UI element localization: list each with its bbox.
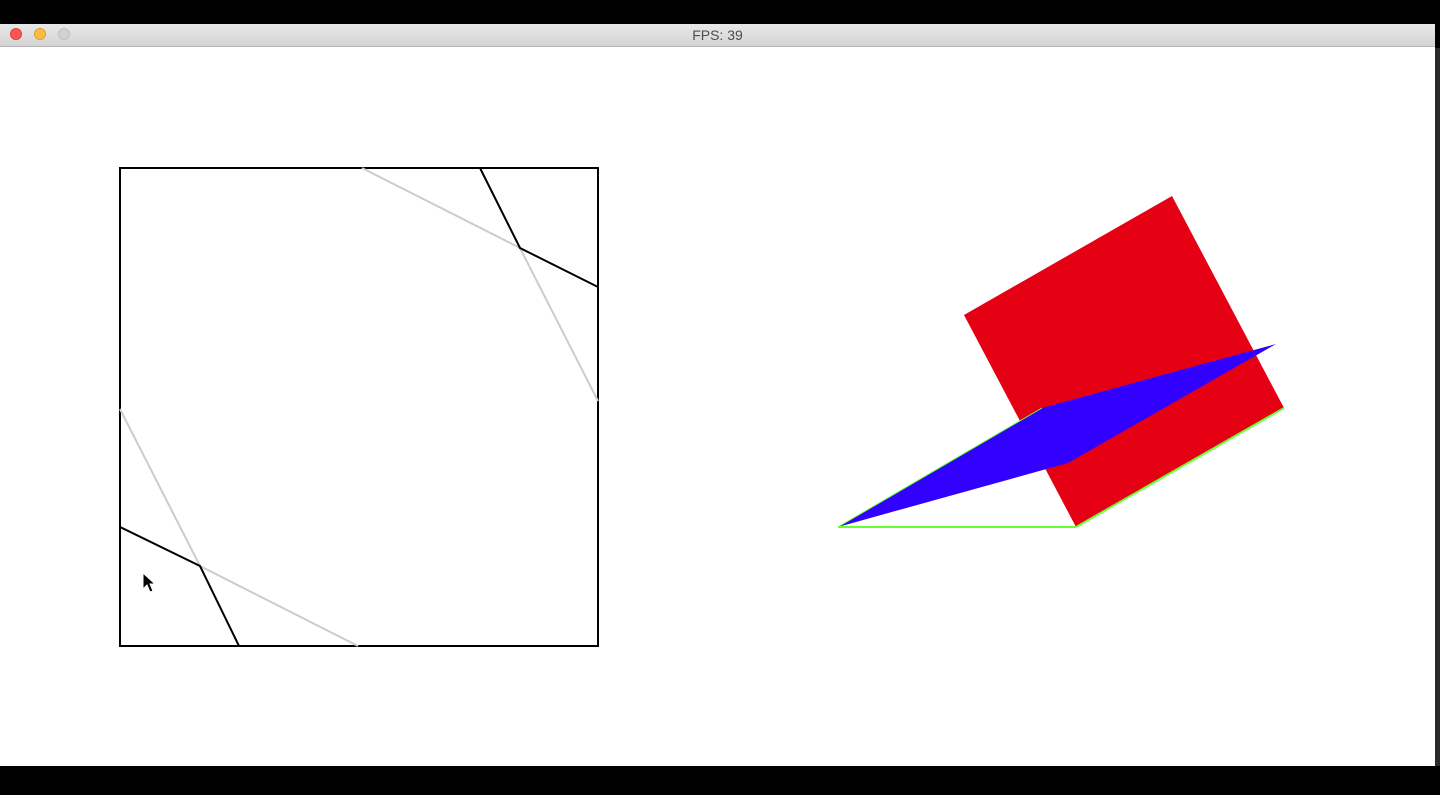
screen-bottom-bar (0, 766, 1440, 795)
screen: FPS: 39 (0, 0, 1440, 795)
render-canvas[interactable] (0, 47, 1435, 766)
app-window: FPS: 39 (0, 24, 1435, 766)
window-title: FPS: 39 (692, 27, 743, 43)
background-window-edge (1435, 48, 1440, 766)
right-3d-view (837, 196, 1285, 528)
left-2d-view (119, 167, 599, 647)
left-view-frame (119, 167, 599, 647)
window-titlebar[interactable]: FPS: 39 (0, 24, 1435, 47)
